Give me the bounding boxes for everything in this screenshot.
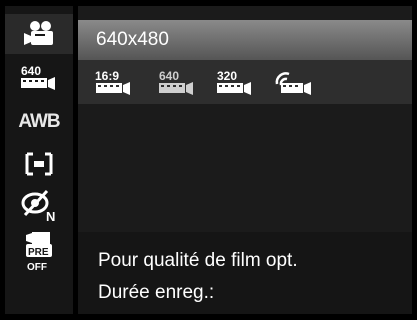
resolution-label: 640 — [21, 64, 41, 78]
main-panel: 640x480 16:9 640 320 Pour qualité de fil… — [78, 6, 412, 314]
sidebar: 640 AWB N PRE OFF — [5, 6, 73, 314]
awb-icon: AWB — [18, 111, 60, 132]
sidebar-item-awb[interactable]: AWB — [5, 102, 73, 142]
film-web-icon — [275, 72, 311, 95]
pre-record-label: PRE — [28, 247, 49, 258]
sidebar-item-focus[interactable] — [5, 144, 73, 184]
selected-option-bar: 640x480 — [78, 20, 412, 60]
option-16-9-label: 16:9 — [95, 69, 119, 83]
film-640-icon: 640 — [159, 69, 193, 95]
sidebar-item-movie[interactable] — [5, 14, 73, 54]
selected-option-label: 640x480 — [96, 29, 169, 50]
sidebar-item-face-detect[interactable]: N — [5, 186, 73, 226]
focus-frame-icon — [25, 152, 53, 176]
option-320[interactable]: 320 — [215, 68, 263, 98]
info-quality-text: Pour qualité de film opt. — [98, 250, 298, 271]
movie-camera-icon — [24, 21, 53, 45]
face-detect-label: N — [46, 209, 55, 223]
option-640-label: 640 — [159, 69, 179, 83]
pre-record-state: OFF — [27, 262, 47, 273]
camera-menu-screen: 640 AWB N PRE OFF 640x480 16:9 640 320 P… — [0, 0, 417, 320]
pre-record-icon: PRE OFF — [26, 232, 52, 273]
option-320-label: 320 — [217, 69, 237, 83]
resolution-options-row: 16:9 640 320 — [78, 60, 412, 104]
option-web[interactable] — [273, 68, 321, 98]
sidebar-item-pre-record[interactable]: PRE OFF — [5, 228, 73, 278]
info-panel: Pour qualité de film opt. Durée enreg.: — [78, 232, 412, 314]
face-detect-icon: N — [21, 189, 55, 223]
resolution-640-icon: 640 — [21, 64, 55, 90]
film-16-9-icon: 16:9 — [95, 69, 130, 95]
option-16-9[interactable]: 16:9 — [94, 68, 142, 98]
film-320-icon: 320 — [217, 69, 251, 95]
option-640[interactable]: 640 — [157, 68, 205, 98]
sidebar-item-resolution[interactable]: 640 — [5, 58, 73, 98]
info-duration-text: Durée enreg.: — [98, 282, 215, 303]
